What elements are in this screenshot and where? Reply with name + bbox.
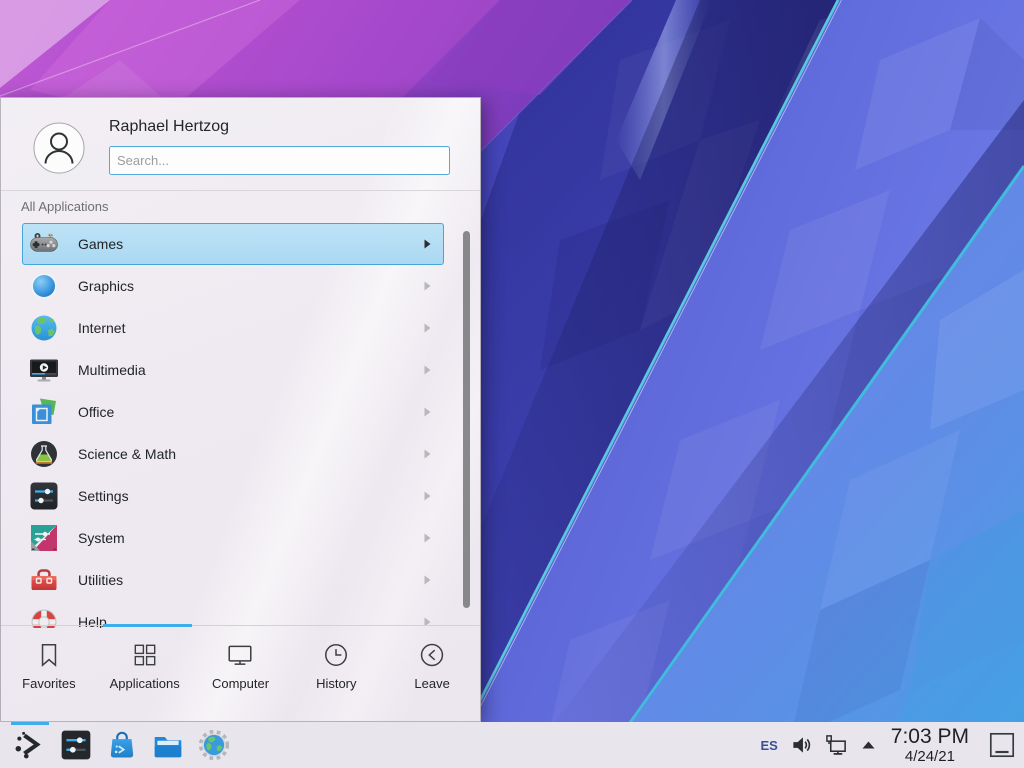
flask-icon: [28, 438, 60, 470]
category-label: Science & Math: [78, 446, 176, 462]
tab-label: Leave: [414, 676, 449, 691]
launcher-tabbar: Favorites Applications Computer History …: [1, 625, 480, 721]
chevron-right-icon: [424, 449, 431, 459]
network-icon[interactable]: [825, 733, 848, 757]
menu-item-office[interactable]: Office: [22, 391, 444, 433]
settings-app-icon: [59, 728, 93, 762]
volume-icon[interactable]: [791, 734, 812, 756]
menu-item-system[interactable]: System: [22, 517, 444, 559]
task-launchers: [0, 728, 231, 762]
tab-history[interactable]: History: [288, 626, 384, 721]
menu-item-internet[interactable]: Internet: [22, 307, 444, 349]
bookmark-icon: [35, 641, 63, 669]
history-clock-icon: [322, 641, 350, 669]
category-list: Games Graphics Internet Multimedia O: [1, 223, 480, 628]
menu-item-settings[interactable]: Settings: [22, 475, 444, 517]
category-label: Internet: [78, 320, 125, 336]
category-label: Graphics: [78, 278, 134, 294]
monitor-play-icon: [28, 354, 60, 386]
chevron-right-icon: [424, 365, 431, 375]
chevron-right-icon: [424, 575, 431, 585]
globe-icon: [28, 312, 60, 344]
clock-time: 7:03 PM: [891, 726, 969, 747]
header-separator: [1, 190, 480, 191]
folder-icon: [151, 728, 185, 762]
chevron-right-icon: [424, 323, 431, 333]
taskbar-system-settings[interactable]: [59, 728, 93, 762]
menu-item-multimedia[interactable]: Multimedia: [22, 349, 444, 391]
category-label: System: [78, 530, 125, 546]
gamepad-icon: [28, 228, 60, 260]
user-avatar-icon[interactable]: [33, 122, 85, 174]
menu-item-science-math[interactable]: Science & Math: [22, 433, 444, 475]
clock-date: 4/24/21: [905, 749, 955, 764]
sphere-icon: [28, 270, 60, 302]
active-tab-indicator: [103, 624, 192, 627]
category-label: Office: [78, 404, 114, 420]
tab-label: Favorites: [22, 676, 75, 691]
chevron-right-icon: [424, 281, 431, 291]
browser-globe-icon: [197, 728, 231, 762]
menu-item-games[interactable]: Games: [22, 223, 444, 265]
category-label: Games: [78, 236, 123, 252]
menu-item-help[interactable]: Help: [22, 601, 444, 628]
category-label: Multimedia: [78, 362, 146, 378]
expand-tray-icon[interactable]: [861, 740, 876, 750]
tab-applications[interactable]: Applications: [97, 626, 193, 721]
launcher-header: Raphael Hertzog: [1, 98, 480, 190]
grid-icon: [131, 641, 159, 669]
chevron-right-icon: [424, 533, 431, 543]
show-desktop-button[interactable]: [988, 730, 1016, 760]
taskbar-application-launcher[interactable]: [13, 728, 47, 762]
computer-icon: [226, 641, 254, 669]
category-label: Utilities: [78, 572, 123, 588]
leave-icon: [418, 641, 446, 669]
discover-icon: [105, 728, 139, 762]
category-label: Settings: [78, 488, 129, 504]
application-launcher-popup: Raphael Hertzog All Applications Games G…: [0, 97, 481, 722]
tab-label: Applications: [110, 676, 180, 691]
system-icon: [28, 522, 60, 554]
kickoff-icon: [13, 728, 47, 762]
tab-label: Computer: [212, 676, 269, 691]
taskbar-discover[interactable]: [105, 728, 139, 762]
user-name: Raphael Hertzog: [109, 118, 229, 136]
digital-clock[interactable]: 7:03 PM 4/24/21: [891, 726, 969, 764]
chevron-right-icon: [424, 239, 431, 249]
menu-item-utilities[interactable]: Utilities: [22, 559, 444, 601]
tab-leave[interactable]: Leave: [384, 626, 480, 721]
search-input[interactable]: [109, 146, 450, 175]
keyboard-layout-indicator[interactable]: ES: [760, 738, 777, 753]
taskbar-web-browser[interactable]: [197, 728, 231, 762]
menu-item-graphics[interactable]: Graphics: [22, 265, 444, 307]
toolbox-icon: [28, 564, 60, 596]
taskbar-file-manager[interactable]: [151, 728, 185, 762]
system-tray: ES 7:03 PM 4/24/21: [760, 726, 1024, 764]
section-label: All Applications: [21, 199, 108, 214]
chevron-right-icon: [424, 491, 431, 501]
taskbar-panel: ES 7:03 PM 4/24/21: [0, 722, 1024, 768]
tab-label: History: [316, 676, 356, 691]
documents-icon: [28, 396, 60, 428]
tab-computer[interactable]: Computer: [193, 626, 289, 721]
list-scrollbar[interactable]: [463, 231, 470, 608]
tab-favorites[interactable]: Favorites: [1, 626, 97, 721]
sliders-icon: [28, 480, 60, 512]
chevron-right-icon: [424, 407, 431, 417]
